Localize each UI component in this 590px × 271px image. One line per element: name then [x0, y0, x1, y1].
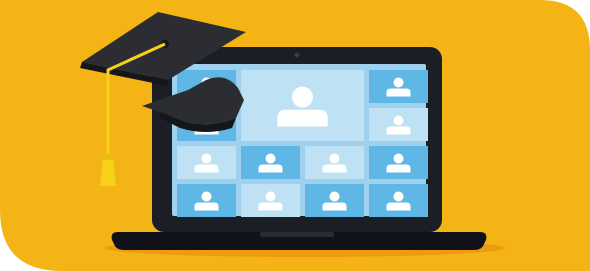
laptop-hinge — [260, 232, 334, 237]
illustration — [0, 0, 590, 271]
webcam-icon — [294, 52, 300, 58]
laptop-video-call-graphic — [0, 0, 590, 271]
